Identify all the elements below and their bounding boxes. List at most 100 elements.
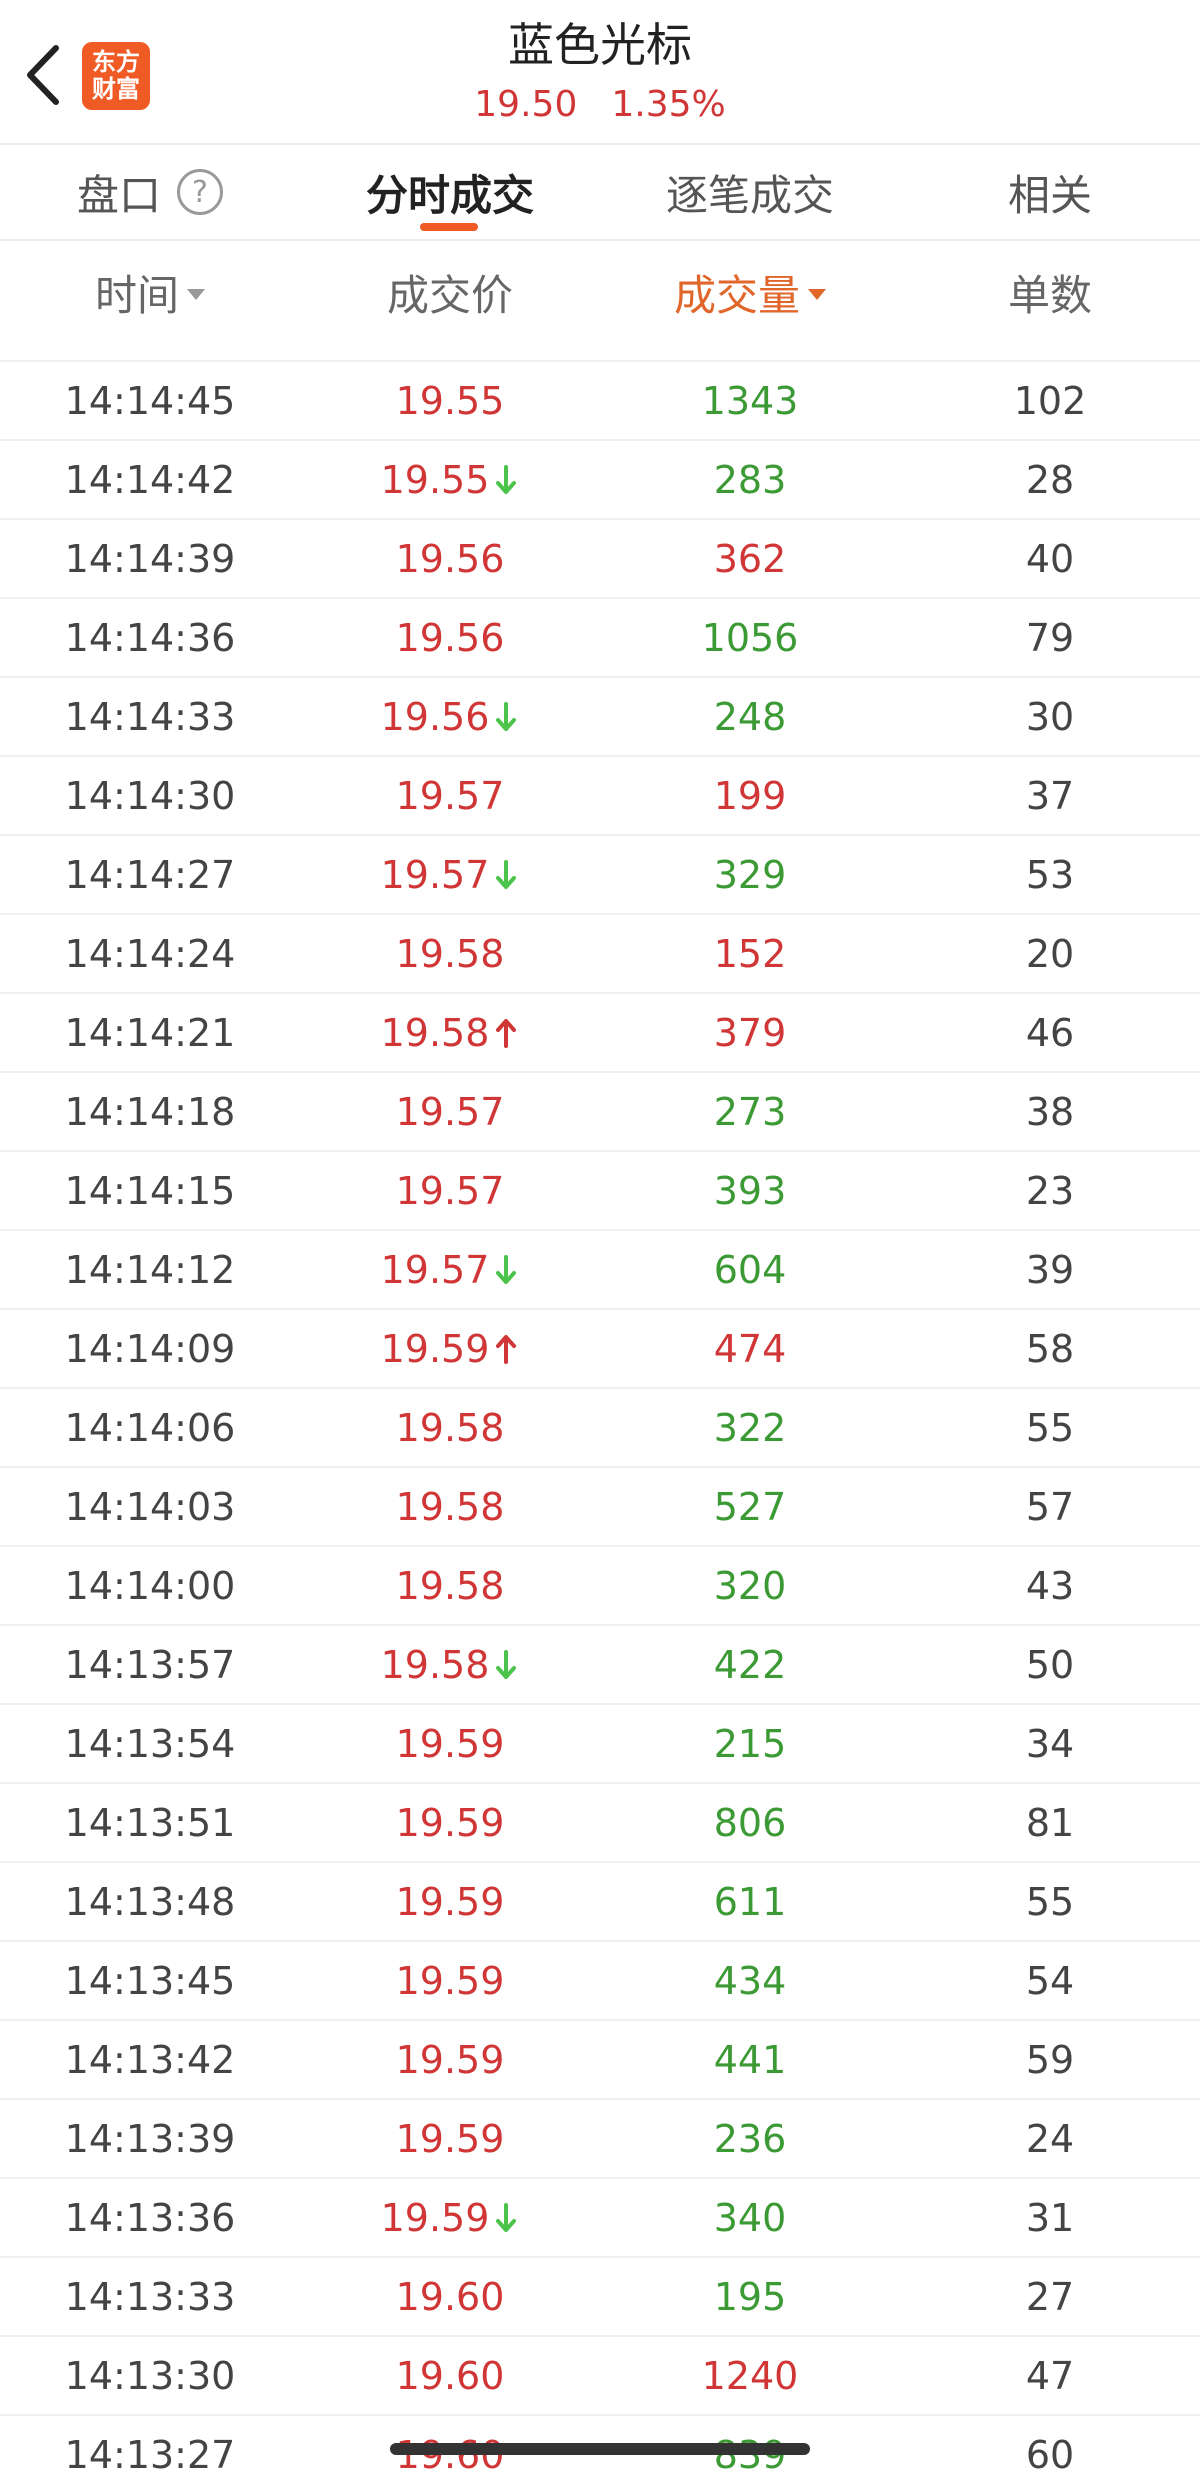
- back-button[interactable]: [18, 40, 68, 110]
- trade-volume: 322: [713, 1405, 787, 1450]
- trade-price: 19.58: [395, 931, 505, 976]
- trade-price: 19.57: [380, 1247, 490, 1292]
- table-row: 14:13:54 19.59 215 34: [0, 1703, 1200, 1782]
- trade-count: 37: [1025, 773, 1075, 818]
- trade-price: 19.57: [395, 1089, 505, 1134]
- trade-price-cell: 19.57: [300, 1073, 600, 1150]
- trade-count: 47: [1025, 2353, 1075, 2398]
- tab-label: 逐笔成交: [665, 170, 834, 220]
- table-row: 14:13:51 19.59 806 81: [0, 1782, 1200, 1861]
- trade-count: 39: [1025, 1247, 1075, 1292]
- trade-time: 14:13:48: [64, 1879, 236, 1924]
- trade-price: 19.56: [395, 615, 505, 660]
- trade-time: 14:14:09: [64, 1326, 236, 1371]
- trade-time: 14:14:03: [64, 1484, 236, 1529]
- trade-count: 54: [1025, 1958, 1075, 2003]
- table-row: 14:13:57 19.58 422 50: [0, 1624, 1200, 1703]
- chevron-left-icon: [27, 45, 59, 105]
- trade-volume: 329: [713, 852, 787, 897]
- column-time[interactable]: 时间: [0, 242, 300, 342]
- trade-count: 102: [1013, 378, 1087, 423]
- tab-label: 分时成交: [365, 170, 534, 220]
- trade-volume: 422: [713, 1642, 787, 1687]
- stock-quote: 19.50 1.35%: [300, 80, 900, 130]
- trade-time: 14:13:36: [64, 2195, 236, 2240]
- column-volume[interactable]: 成交量: [600, 242, 900, 342]
- tab-tick-trades[interactable]: 逐笔成交: [600, 145, 900, 239]
- trade-price: 19.59: [380, 2195, 490, 2240]
- trade-time: 14:14:00: [64, 1563, 236, 1608]
- table-row: 14:14:30 19.57 199 37: [0, 755, 1200, 834]
- trade-price: 19.59: [395, 1879, 505, 1924]
- trade-price-cell: 19.60: [300, 2258, 600, 2335]
- column-count[interactable]: 单数: [900, 242, 1200, 342]
- column-count-label: 单数: [1007, 270, 1092, 320]
- trade-price-cell: 19.59: [300, 2100, 600, 2177]
- trade-count: 60: [1025, 2432, 1075, 2473]
- stock-name: 蓝色光标: [508, 18, 692, 72]
- trade-price: 19.59: [395, 2116, 505, 2161]
- trade-price-cell: 19.58: [300, 1547, 600, 1624]
- arrow-down-icon: [496, 2202, 517, 2232]
- trade-price-cell: 19.56: [300, 599, 600, 676]
- trade-time: 14:14:33: [64, 694, 236, 739]
- trade-time: 14:14:42: [64, 457, 236, 502]
- trade-volume: 199: [713, 773, 787, 818]
- trade-price-cell: 19.59: [300, 1942, 600, 2019]
- active-tab-indicator: [420, 223, 478, 231]
- trade-count: 81: [1025, 1800, 1075, 1845]
- sort-caret-icon: [187, 288, 205, 300]
- column-price[interactable]: 成交价: [300, 242, 600, 342]
- trade-count: 50: [1025, 1642, 1075, 1687]
- table-row: 14:13:48 19.59 611 55: [0, 1861, 1200, 1940]
- help-icon[interactable]: ?: [177, 169, 223, 215]
- trade-price: 19.56: [395, 536, 505, 581]
- trade-count: 53: [1025, 852, 1075, 897]
- trade-time: 14:13:42: [64, 2037, 236, 2082]
- trade-price: 19.55: [380, 457, 490, 502]
- table-row: 14:14:36 19.56 1056 79: [0, 597, 1200, 676]
- trade-price-cell: 19.57: [300, 757, 600, 834]
- trade-volume: 611: [713, 1879, 787, 1924]
- trade-count: 43: [1025, 1563, 1075, 1608]
- table-row: 14:14:45 19.55 1343 102: [0, 360, 1200, 439]
- trade-price: 19.58: [380, 1010, 490, 1055]
- column-price-label: 成交价: [386, 270, 513, 320]
- trade-price: 19.60: [395, 2274, 505, 2319]
- trade-price: 19.58: [395, 1484, 505, 1529]
- trade-price: 19.58: [395, 1405, 505, 1450]
- trade-volume: 340: [713, 2195, 787, 2240]
- trade-price-cell: 19.58: [300, 1389, 600, 1466]
- logo-line-1: 东方: [92, 48, 140, 76]
- tab-order-book[interactable]: 盘口 ?: [0, 145, 300, 239]
- trade-time: 14:13:27: [64, 2432, 236, 2473]
- trade-count: 55: [1025, 1879, 1075, 1924]
- trade-volume: 236: [713, 2116, 787, 2161]
- trade-volume: 379: [713, 1010, 787, 1055]
- arrow-down-icon: [496, 701, 517, 731]
- trade-price: 19.57: [395, 1168, 505, 1213]
- trade-count: 28: [1025, 457, 1075, 502]
- arrow-down-icon: [496, 1649, 517, 1679]
- trade-time: 14:13:33: [64, 2274, 236, 2319]
- tab-related[interactable]: 相关: [900, 145, 1200, 239]
- trade-price-cell: 19.58: [300, 1626, 600, 1703]
- trade-time: 14:13:39: [64, 2116, 236, 2161]
- trade-price-cell: 19.57: [300, 836, 600, 913]
- trade-price: 19.55: [395, 378, 505, 423]
- sort-caret-icon: [808, 288, 826, 300]
- trade-volume: 393: [713, 1168, 787, 1213]
- tab-bar: 盘口 ? 分时成交 逐笔成交 相关: [0, 145, 1200, 239]
- table-row: 14:14:39 19.56 362 40: [0, 518, 1200, 597]
- trade-time: 14:13:54: [64, 1721, 236, 1766]
- trade-count: 59: [1025, 2037, 1075, 2082]
- trade-price: 19.57: [395, 773, 505, 818]
- trade-count: 79: [1025, 615, 1075, 660]
- trade-volume: 1056: [701, 615, 799, 660]
- tabs-divider: [0, 239, 1200, 241]
- trade-volume: 320: [713, 1563, 787, 1608]
- table-row: 14:14:33 19.56 248 30: [0, 676, 1200, 755]
- eastmoney-logo[interactable]: 东方 财富: [82, 42, 150, 110]
- trade-price-cell: 19.59: [300, 1705, 600, 1782]
- trade-list[interactable]: 14:14:45 19.55 1343 102 14:14:42 19.55 283 28 14…: [0, 360, 1200, 2473]
